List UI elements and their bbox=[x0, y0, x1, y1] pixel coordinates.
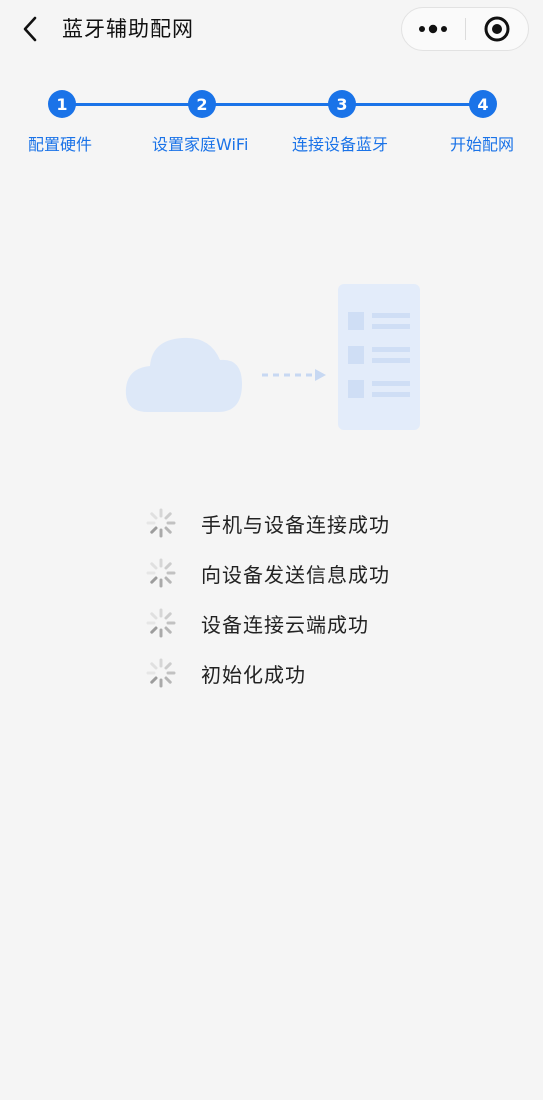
status-text: 初始化成功 bbox=[201, 662, 306, 687]
cloud-icon bbox=[125, 337, 242, 412]
loading-spinner-icon bbox=[146, 608, 176, 638]
status-text: 向设备发送信息成功 bbox=[201, 562, 390, 587]
stepper-line bbox=[62, 103, 483, 106]
step-2-circle: 2 bbox=[188, 90, 216, 118]
status-list: 手机与设备连接成功 向设备发送信息成功 设备连接云端成功 初始化成功 bbox=[145, 498, 465, 698]
back-button[interactable] bbox=[14, 14, 46, 44]
status-text: 手机与设备连接成功 bbox=[201, 512, 390, 537]
step-4-circle: 4 bbox=[469, 90, 497, 118]
loading-spinner-icon bbox=[146, 508, 176, 538]
more-button[interactable] bbox=[402, 8, 465, 50]
page-title: 蓝牙辅助配网 bbox=[62, 17, 194, 41]
target-circle-icon bbox=[484, 16, 510, 42]
step-1-label: 配置硬件 bbox=[28, 135, 93, 154]
phone-icon bbox=[338, 284, 420, 430]
status-text: 设备连接云端成功 bbox=[201, 612, 369, 637]
step-2-label: 设置家庭WiFi bbox=[152, 135, 249, 154]
loading-spinner-icon bbox=[146, 658, 176, 688]
close-mini-program-button[interactable] bbox=[465, 8, 528, 50]
dashed-arrow-icon bbox=[262, 369, 326, 381]
more-dots-icon bbox=[419, 24, 448, 34]
chevron-left-icon bbox=[23, 16, 37, 42]
mini-program-capsule bbox=[401, 7, 529, 51]
step-4-label: 开始配网 bbox=[450, 135, 515, 154]
navigation-bar: 蓝牙辅助配网 bbox=[0, 0, 543, 58]
status-item: 初始化成功 bbox=[145, 648, 465, 698]
step-3-label: 连接设备蓝牙 bbox=[292, 135, 389, 154]
status-item: 设备连接云端成功 bbox=[145, 598, 465, 648]
step-1-circle: 1 bbox=[48, 90, 76, 118]
loading-spinner-icon bbox=[146, 558, 176, 588]
network-illustration bbox=[120, 280, 430, 440]
step-3-circle: 3 bbox=[328, 90, 356, 118]
status-item: 手机与设备连接成功 bbox=[145, 498, 465, 548]
status-item: 向设备发送信息成功 bbox=[145, 548, 465, 598]
